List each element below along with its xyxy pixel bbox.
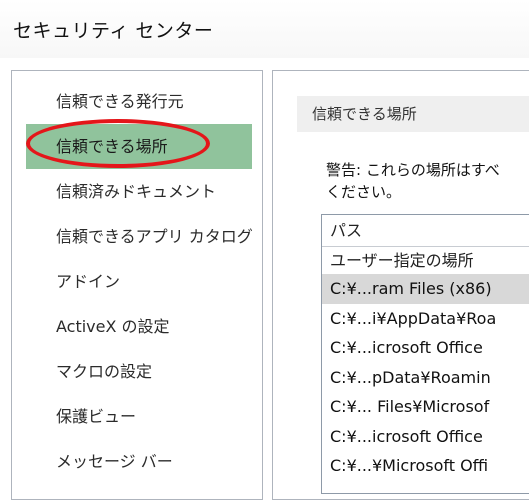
warning-text: 警告: これらの場所はすべ ください。 [326, 159, 529, 203]
warning-line-1: 警告: これらの場所はすべ [326, 161, 500, 179]
location-row[interactable]: C:¥...icrosoft Office [322, 333, 529, 363]
nav-item-macro-settings[interactable]: マクロの設定 [26, 349, 252, 394]
nav-item-trusted-app-catalogs[interactable]: 信頼できるアプリ カタログ [26, 214, 253, 259]
title-bar: セキュリティ センター [0, 0, 529, 58]
location-row[interactable]: C:¥...pData¥Roamin [322, 363, 529, 393]
nav-item-message-bar[interactable]: メッセージ バー [26, 439, 252, 484]
location-row[interactable]: C:¥...i¥AppData¥Roa [322, 304, 529, 334]
group-label-user-locations: ユーザー指定の場所 [330, 251, 474, 270]
section-header: 信頼できる場所 [297, 96, 529, 132]
location-row[interactable]: C:¥... Files¥Microsof [322, 392, 529, 422]
location-row[interactable]: C:¥...¥Microsoft Offi [322, 451, 529, 481]
location-row[interactable]: C:¥...icrosoft Office [322, 422, 529, 452]
warning-line-2: ください。 [326, 183, 402, 201]
nav-item-trusted-locations[interactable]: 信頼できる場所 [26, 124, 252, 169]
nav-item-trusted-publishers[interactable]: 信頼できる発行元 [26, 79, 252, 124]
navigation-pane: 信頼できる発行元 信頼できる場所 信頼済みドキュメント 信頼できるアプリ カタロ… [11, 70, 263, 500]
column-header-path[interactable]: パス [322, 215, 529, 247]
nav-item-activex-settings[interactable]: ActiveX の設定 [26, 304, 252, 349]
nav-item-add-ins[interactable]: アドイン [26, 259, 252, 304]
trusted-locations-list[interactable]: パス ユーザー指定の場所 C:¥...ram Files (x86) C:¥..… [321, 214, 529, 494]
location-row[interactable]: C:¥...ram Files (x86) [322, 274, 529, 304]
nav-item-protected-view[interactable]: 保護ビュー [26, 394, 252, 439]
nav-item-trusted-documents[interactable]: 信頼済みドキュメント [26, 169, 252, 214]
window-title: セキュリティ センター [13, 20, 214, 42]
